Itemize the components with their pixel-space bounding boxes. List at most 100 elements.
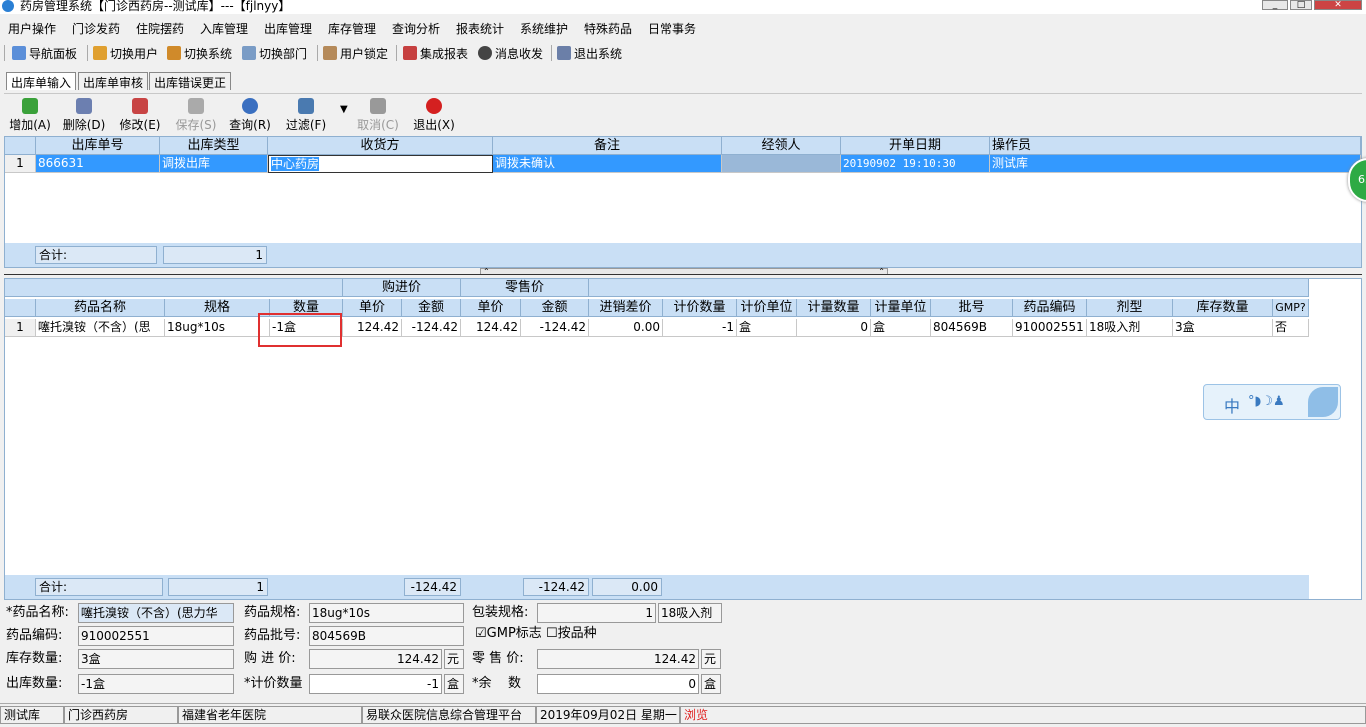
purchase-amount-cell[interactable]: -124.42 — [402, 319, 461, 337]
switch-user-button[interactable]: 切换用户 — [93, 44, 158, 62]
pack-form-field[interactable]: 18吸入剂 — [658, 603, 722, 623]
filter-button[interactable]: 过滤(F) — [284, 98, 328, 133]
maximize-button[interactable]: □ — [1290, 0, 1312, 10]
ime-mode-label[interactable]: 中 — [1224, 393, 1240, 417]
menu-query[interactable]: 查询分析 — [392, 20, 440, 37]
rest-field[interactable]: 0 — [537, 674, 699, 694]
dosage-form-cell[interactable]: 18吸入剂 — [1087, 319, 1173, 337]
save-icon — [188, 98, 204, 114]
purchase-unit-price-cell[interactable]: 124.42 — [343, 319, 402, 337]
drug-name-field[interactable]: 噻托溴铵（不含）(思力华 — [78, 603, 234, 623]
spec-field[interactable]: 18ug*10s — [309, 603, 464, 623]
pack-qty-field[interactable]: 1 — [537, 603, 656, 623]
col-handler[interactable]: 经领人 — [722, 137, 841, 155]
drug-code-cell[interactable]: 910002551 — [1013, 319, 1087, 337]
menu-outpatient[interactable]: 门诊发药 — [72, 20, 120, 37]
batch-cell[interactable]: 804569B — [931, 319, 1013, 337]
menu-stock-out[interactable]: 出库管理 — [264, 20, 312, 37]
menu-daily[interactable]: 日常事务 — [648, 20, 696, 37]
menu-special-drugs[interactable]: 特殊药品 — [584, 20, 632, 37]
minimize-button[interactable]: _ — [1262, 0, 1288, 10]
col-measure-qty[interactable]: 计量数量 — [797, 299, 871, 317]
spec-cell[interactable]: 18ug*10s — [165, 319, 270, 337]
menu-maintenance[interactable]: 系统维护 — [520, 20, 568, 37]
ime-toolbar[interactable]: 中 °◗☽♟ — [1203, 384, 1341, 420]
save-button[interactable]: 保存(S) — [174, 98, 218, 133]
col-spec[interactable]: 规格 — [165, 299, 270, 317]
col-drug-code[interactable]: 药品编码 — [1013, 299, 1087, 317]
col-measure-unit[interactable]: 计量单位 — [871, 299, 931, 317]
edit-button[interactable]: 修改(E) — [118, 98, 162, 133]
stock-cell[interactable]: 3盒 — [1173, 319, 1273, 337]
col-receiver[interactable]: 收货方 — [268, 137, 493, 155]
measure-qty-cell[interactable]: 0 — [797, 319, 871, 337]
tab-outbound-review[interactable]: 出库单审核 — [78, 72, 149, 90]
handler-cell[interactable] — [722, 155, 841, 173]
stock-field[interactable]: 3盒 — [78, 649, 234, 669]
tab-outbound-entry[interactable]: 出库单输入 — [6, 72, 77, 90]
order-type-cell[interactable]: 调拨出库 — [160, 155, 268, 173]
col-retail-unit-price[interactable]: 单价 — [461, 299, 521, 317]
col-gmp[interactable]: GMP? — [1273, 299, 1309, 317]
priced-qty-cell[interactable]: -1 — [663, 319, 737, 337]
add-button[interactable]: 增加(A) — [8, 98, 52, 133]
receiver-cell[interactable]: 中心药房 — [268, 155, 493, 173]
nav-panel-button[interactable]: 导航面板 — [12, 44, 77, 62]
col-remark[interactable]: 备注 — [493, 137, 722, 155]
menu-inpatient[interactable]: 住院摆药 — [136, 20, 184, 37]
integrated-report-button[interactable]: 集成报表 — [403, 44, 468, 62]
col-price-diff[interactable]: 进销差价 — [589, 299, 663, 317]
menu-inventory[interactable]: 库存管理 — [328, 20, 376, 37]
priced-unit-cell[interactable]: 盒 — [737, 319, 797, 337]
retail-field[interactable]: 124.42 — [537, 649, 699, 669]
tab-outbound-correction[interactable]: 出库错误更正 — [149, 72, 232, 90]
col-date[interactable]: 开单日期 — [841, 137, 990, 155]
purchase-label: 购 进 价: — [244, 651, 296, 666]
status-database: 测试库 — [0, 706, 64, 724]
col-purchase-amount[interactable]: 金额 — [402, 299, 461, 317]
col-order-no[interactable]: 出库单号 — [36, 137, 160, 155]
switch-system-button[interactable]: 切换系统 — [167, 44, 232, 62]
date-cell[interactable]: 20190902 19:10:30 — [841, 155, 990, 173]
col-batch[interactable]: 批号 — [931, 299, 1013, 317]
batch-field[interactable]: 804569B — [309, 626, 464, 646]
menu-user-ops[interactable]: 用户操作 — [8, 20, 56, 37]
retail-unit-price-cell[interactable]: 124.42 — [461, 319, 521, 337]
priced-qty-field[interactable]: -1 — [309, 674, 442, 694]
code-field[interactable]: 910002551 — [78, 626, 234, 646]
out-qty-field[interactable]: -1盒 — [78, 674, 234, 694]
drug-name-cell[interactable]: 噻托溴铵（不含）(思 — [36, 319, 165, 337]
exit-system-button[interactable]: 退出系统 — [557, 44, 622, 62]
col-dosage-form[interactable]: 剂型 — [1087, 299, 1173, 317]
col-order-type[interactable]: 出库类型 — [160, 137, 268, 155]
menu-stock-in[interactable]: 入库管理 — [200, 20, 248, 37]
close-button[interactable]: ✕ — [1314, 0, 1362, 10]
order-no-cell[interactable]: 866631 — [36, 155, 160, 173]
delete-button[interactable]: 删除(D) — [62, 98, 106, 133]
col-operator[interactable]: 操作员 — [990, 137, 1361, 155]
cancel-button[interactable]: 取消(C) — [356, 98, 400, 133]
menu-reports[interactable]: 报表统计 — [456, 20, 504, 37]
col-stock[interactable]: 库存数量 — [1173, 299, 1273, 317]
query-button[interactable]: 查询(R) — [228, 98, 272, 133]
col-priced-unit[interactable]: 计价单位 — [737, 299, 797, 317]
ime-icons[interactable]: °◗☽♟ — [1248, 394, 1285, 409]
col-retail-amount[interactable]: 金额 — [521, 299, 589, 317]
gmp-checkbox[interactable]: ☑GMP标志 — [475, 624, 542, 644]
gmp-cell[interactable]: 否 — [1273, 319, 1309, 337]
by-kind-checkbox[interactable]: ☐按品种 — [546, 624, 597, 644]
switch-department-button[interactable]: 切换部门 — [242, 44, 307, 62]
retail-amount-cell[interactable]: -124.42 — [521, 319, 589, 337]
purchase-field[interactable]: 124.42 — [309, 649, 442, 669]
measure-unit-cell[interactable]: 盒 — [871, 319, 931, 337]
col-drug-name[interactable]: 药品名称 — [36, 299, 165, 317]
remark-cell[interactable]: 调拨未确认 — [493, 155, 722, 173]
col-priced-qty[interactable]: 计价数量 — [663, 299, 737, 317]
operator-cell[interactable]: 测试库 — [990, 155, 1361, 173]
lock-user-button[interactable]: 用户锁定 — [323, 44, 388, 62]
messages-button[interactable]: 消息收发 — [478, 44, 543, 62]
filter-dropdown-icon[interactable]: ▼ — [340, 104, 348, 115]
exit-button[interactable]: 退出(X) — [412, 98, 456, 133]
price-diff-cell[interactable]: 0.00 — [589, 319, 663, 337]
col-purchase-unit-price[interactable]: 单价 — [343, 299, 402, 317]
